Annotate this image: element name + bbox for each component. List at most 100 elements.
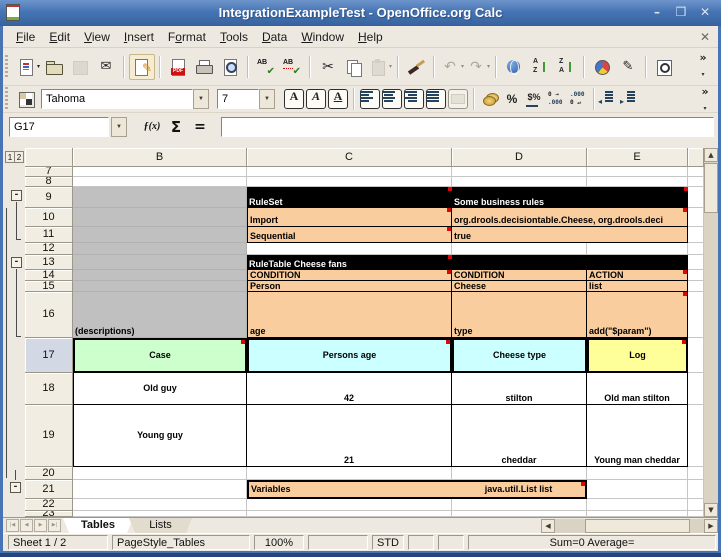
cell-sl11[interactable] (688, 227, 704, 243)
cell-B21[interactable] (73, 480, 247, 499)
close-button[interactable]: ✕ (697, 3, 713, 21)
cell-B18[interactable]: Old guy (73, 373, 247, 405)
cell-sl12[interactable] (688, 243, 704, 255)
cell-E8[interactable] (587, 177, 688, 187)
cell-sl15[interactable] (688, 281, 704, 292)
cell-B22[interactable] (73, 499, 247, 511)
dropdown-caret-icon[interactable]: ▾ (37, 63, 40, 70)
cell-D22[interactable] (452, 499, 587, 511)
decrease-indent-button[interactable] (599, 88, 621, 110)
outline-collapse-button-1[interactable]: - (11, 190, 22, 201)
status-zoom[interactable]: 100% (254, 535, 304, 550)
number-format-percent-button[interactable]: % (501, 88, 523, 110)
row-header-14[interactable]: 14 (25, 270, 73, 281)
cell-D8[interactable] (452, 177, 587, 187)
cell-C16[interactable]: age (247, 292, 452, 338)
cell-E18[interactable]: Old man stilton (587, 373, 688, 405)
cell-reference-dropdown[interactable]: ▼ (111, 117, 127, 137)
column-header-B[interactable]: B (73, 148, 247, 167)
dropdown-caret-icon[interactable]: ▾ (487, 63, 490, 70)
cell-E17[interactable]: Log (587, 338, 688, 373)
font-name-dropdown[interactable]: ▼ (193, 89, 209, 109)
minimize-button[interactable]: – (649, 3, 665, 21)
cell-D15[interactable]: Cheese (452, 281, 587, 292)
cell-B9[interactable] (73, 187, 247, 208)
column-header-partial[interactable] (688, 148, 704, 167)
paste-button[interactable]: ▾ (367, 54, 393, 80)
menu-tools[interactable]: Tools (213, 30, 255, 44)
cell-sl7[interactable] (688, 167, 704, 177)
scroll-left-button[interactable]: ◀ (541, 519, 555, 533)
row-header-11[interactable]: 11 (25, 227, 73, 243)
row-header-15[interactable]: 15 (25, 281, 73, 292)
cell-B13[interactable] (73, 255, 247, 270)
zoom-button[interactable] (651, 54, 677, 80)
print-file-button[interactable] (191, 54, 217, 80)
toolbar-options-button[interactable]: »▾ (694, 88, 716, 110)
cell-B7[interactable] (73, 167, 247, 177)
open-document-button[interactable] (41, 54, 67, 80)
cell-D12[interactable] (452, 243, 587, 255)
align-justify-button[interactable] (426, 89, 446, 109)
cell-C8[interactable] (247, 177, 452, 187)
cell-C9[interactable]: RuleSet (247, 187, 452, 208)
cell-C22[interactable] (247, 499, 452, 511)
cell-D21[interactable]: java.util.List list (452, 480, 587, 499)
row-header-18[interactable]: 18 (25, 373, 73, 405)
align-center-button[interactable] (382, 89, 402, 109)
formula-input-line[interactable] (221, 117, 714, 137)
menu-edit[interactable]: Edit (42, 30, 77, 44)
cell-D14[interactable]: CONDITION (452, 270, 587, 281)
toolbar-overflow-caret[interactable]: ▾ (701, 71, 704, 78)
last-sheet-button[interactable]: ▶| (48, 519, 61, 532)
cell-B16[interactable]: (descriptions) (73, 292, 247, 338)
cell-E15[interactable]: list (587, 281, 688, 292)
cell-B10[interactable] (73, 208, 247, 227)
scroll-right-button[interactable]: ▶ (704, 519, 718, 533)
cell-E20[interactable] (587, 467, 688, 480)
next-sheet-button[interactable]: ▶ (34, 519, 47, 532)
cell-C21[interactable]: Variables (247, 480, 452, 499)
toolbar-grip[interactable] (5, 55, 12, 79)
titlebar[interactable]: IntegrationExampleTest - OpenOffice.org … (0, 0, 721, 26)
cell-B20[interactable] (73, 467, 247, 480)
cell-D17[interactable]: Cheese type (452, 338, 587, 373)
cell-C13[interactable]: RuleTable Cheese fans (247, 255, 452, 270)
menu-view[interactable]: View (77, 30, 117, 44)
row-header-9[interactable]: 9 (25, 187, 73, 208)
underline-button[interactable]: A (328, 89, 348, 109)
row-header-7[interactable]: 7 (25, 167, 73, 177)
cut-button[interactable]: ✂ (315, 54, 341, 80)
copy-button[interactable] (341, 54, 367, 80)
cell-sl22[interactable] (688, 499, 704, 511)
cell-sl14[interactable] (688, 270, 704, 281)
scroll-down-button[interactable]: ▼ (704, 503, 718, 517)
cell-C14[interactable]: CONDITION (247, 270, 452, 281)
cell-D20[interactable] (452, 467, 587, 480)
row-header-10[interactable]: 10 (25, 208, 73, 227)
first-sheet-button[interactable]: |◀ (6, 519, 19, 532)
cell-C17[interactable]: Persons age (247, 338, 452, 373)
delete-decimal-place-button[interactable] (567, 88, 589, 110)
cell-B15[interactable] (73, 281, 247, 292)
styles-button[interactable] (15, 88, 37, 110)
cell-D13[interactable] (452, 255, 587, 270)
align-right-button[interactable] (404, 89, 424, 109)
cell-B12[interactable] (73, 243, 247, 255)
cell-sl17[interactable] (688, 338, 704, 373)
dropdown-caret-icon[interactable]: ▾ (389, 63, 392, 70)
row-header-16[interactable]: 16 (25, 292, 73, 338)
menu-help[interactable]: Help (351, 30, 390, 44)
toolbar-overflow-caret[interactable]: ▾ (703, 105, 706, 112)
row-header-8[interactable]: 8 (25, 177, 73, 187)
hyperlink-button[interactable] (501, 54, 527, 80)
auto-spellcheck-button[interactable] (279, 54, 305, 80)
spellcheck-button[interactable] (253, 54, 279, 80)
cell-sl21[interactable] (688, 480, 704, 499)
row-header-13[interactable]: 13 (25, 255, 73, 270)
italic-button[interactable]: A (306, 89, 326, 109)
outline-collapse-button-2[interactable]: - (11, 257, 22, 268)
cell-E13[interactable] (587, 255, 688, 270)
cell-B8[interactable] (73, 177, 247, 187)
cell-D10[interactable]: org.drools.decisiontable.Cheese, org.dro… (452, 208, 688, 227)
